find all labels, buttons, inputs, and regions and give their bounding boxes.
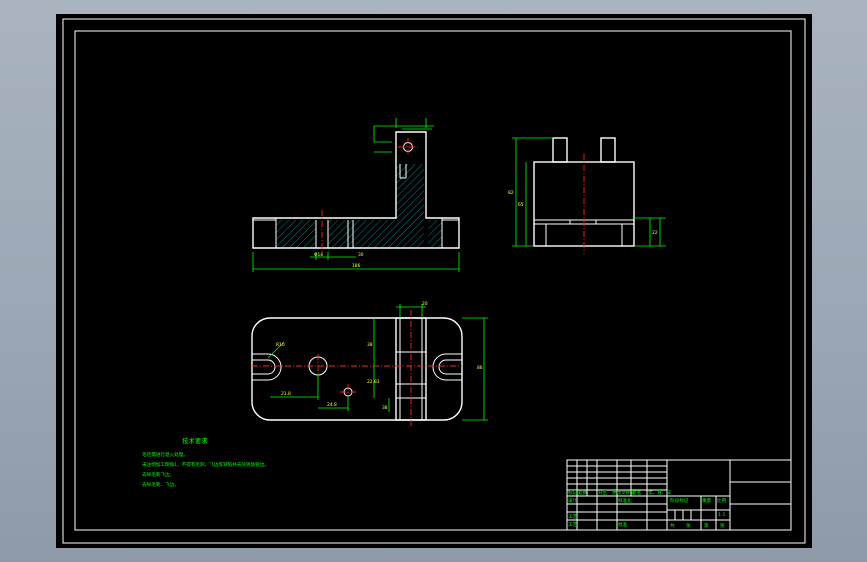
tb-approve: 批准 [618, 521, 628, 528]
dim-side-main: 65 [518, 202, 524, 208]
tb-sheet-total: 共 [670, 522, 675, 529]
note-line-3: 去除毛刺飞边。 [142, 471, 174, 478]
dim-plan-right-small: 20 [422, 301, 428, 307]
tb-label-zone: 分区 [598, 489, 608, 496]
dim-plan-hole: 24.8 [327, 402, 337, 408]
title-block: 标记 处数 分区 更改文件号 签名 年、月、日 设计 标准化 阶段标记 重量 比… [566, 459, 792, 531]
front-view: 186 Φ14 30 [252, 118, 460, 272]
dim-side-bottom: 22 [652, 230, 658, 236]
tb-label-sign: 签名 [632, 489, 641, 496]
dim-plan-height: 86 [477, 365, 483, 371]
dim-side-total: 82 [508, 190, 514, 196]
note-line-2: 未注明加工倒角1，不得有毛刺、飞边等缺陷并去除锐角锐边。 [142, 461, 269, 468]
tb-weight: 重量 [702, 497, 712, 504]
tb-process: 工艺 [568, 514, 578, 520]
dim-plan-left: 21.8 [281, 391, 291, 397]
side-view: 82 65 22 [508, 137, 666, 254]
technical-notes: 技术要求 毛坯需进行退火处理。 未注明加工倒角1，不得有毛刺、飞边等缺陷并去除锐… [142, 436, 269, 488]
note-line-1: 毛坯需进行退火处理。 [142, 451, 188, 458]
tb-sheet-no: 第 [704, 522, 709, 529]
dim-front-hole: Φ14 [314, 252, 323, 258]
plan-view: 86 21.8 24.8 R10 38 22.83 20 38 [251, 301, 488, 426]
tb-design: 设计 [568, 497, 578, 504]
dim-front-small: 30 [358, 252, 364, 258]
tb-scale-value: 1:1 [718, 512, 725, 518]
tb-standard: 标准化 [618, 497, 632, 504]
dim-front-total: 186 [352, 263, 361, 269]
tb-sheet-unit-2: 张 [720, 522, 725, 529]
tb-sheet-unit: 张 [686, 522, 691, 529]
dim-plan-bottom: 38 [382, 405, 388, 411]
note-line-4: 去除毛刺、飞边。 [142, 481, 179, 488]
tb-stage: 阶段标记 [670, 497, 689, 504]
dim-plan-mid-small: 22.83 [367, 379, 380, 385]
cad-viewport[interactable]: 186 Φ14 30 82 65 22 86 21.8 24.8 R10 38 … [56, 14, 812, 548]
dim-plan-mid: 38 [367, 342, 373, 348]
notes-title: 技术要求 [182, 436, 208, 445]
dim-plan-radius: R10 [276, 342, 285, 348]
tb-label-count: 处数 [578, 489, 588, 496]
tb-process-2: 工艺 [568, 522, 578, 528]
tb-scale: 比例 [717, 497, 727, 504]
tb-label-date: 年、月、日 [648, 489, 671, 496]
drawing-canvas: 186 Φ14 30 82 65 22 86 21.8 24.8 R10 38 … [62, 18, 806, 544]
tb-label-mark: 标记 [568, 489, 578, 496]
